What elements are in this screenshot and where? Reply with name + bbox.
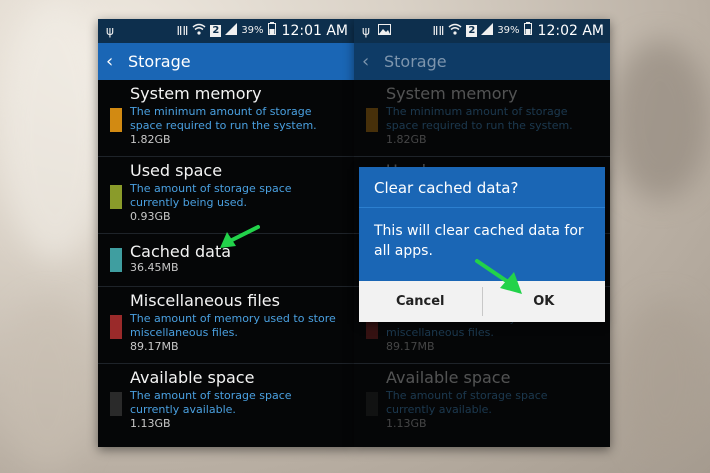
item-title: System memory: [130, 84, 262, 103]
usb-icon: ψ: [362, 24, 370, 38]
app-bar: ‹ Storage: [354, 43, 610, 80]
item-title: Available space: [130, 368, 255, 387]
dialog-title: Clear cached data?: [359, 167, 605, 208]
list-item-available-space[interactable]: Available space The amount of storage sp…: [354, 364, 610, 444]
item-description: The amount of storage spacecurrently bei…: [130, 182, 292, 209]
image-icon: [377, 23, 391, 39]
item-size: 0.93GB: [130, 210, 171, 223]
cancel-button[interactable]: Cancel: [359, 281, 482, 322]
sim2-icon: 2: [210, 24, 222, 37]
color-swatch: [110, 248, 122, 272]
color-swatch: [366, 108, 378, 132]
status-time: 12:01 AM: [281, 22, 348, 39]
status-bar: ψ ⅡⅡ 2 39% 12:02 AM: [354, 19, 610, 43]
item-size: 1.13GB: [130, 417, 171, 430]
item-title: Miscellaneous files: [130, 291, 280, 310]
battery-icon: [267, 22, 276, 39]
wifi-icon: [192, 23, 206, 39]
background-blot: [0, 0, 110, 260]
background-blot: [610, 40, 710, 200]
background-blot: [620, 300, 710, 460]
list-item-miscellaneous-files[interactable]: Miscellaneous files The amount of memory…: [98, 287, 354, 364]
item-title: Used space: [130, 161, 223, 180]
item-size: 1.13GB: [386, 417, 427, 430]
color-swatch: [110, 315, 122, 339]
battery-icon: [523, 22, 532, 39]
annotation-arrow-icon: [220, 225, 260, 248]
item-size: 89.17MB: [130, 340, 179, 353]
color-swatch: [110, 108, 122, 132]
usb-icon: ψ: [106, 24, 114, 38]
item-size: 36.45MB: [130, 261, 179, 274]
item-description: The amount of memory used to storemiscel…: [130, 312, 336, 339]
item-size: 1.82GB: [386, 133, 427, 146]
sim2-icon: 2: [466, 24, 478, 37]
back-arrow-icon[interactable]: ‹: [98, 52, 124, 71]
status-bar: ψ ⅡⅡ 2 39% 12:01 AM: [98, 19, 354, 43]
item-description: The amount of storage space currently ava…: [386, 389, 548, 416]
wifi-icon: [448, 23, 462, 39]
item-size: 1.82GB: [130, 133, 171, 146]
page-title: Storage: [384, 52, 447, 71]
color-swatch: [110, 392, 122, 416]
list-item-available-space[interactable]: Available space The amount of storage sp…: [98, 364, 354, 444]
mute-icon: ⅡⅡ: [432, 23, 445, 38]
app-bar: ‹ Storage: [98, 43, 354, 80]
back-arrow-icon[interactable]: ‹: [354, 52, 380, 71]
color-swatch: [366, 392, 378, 416]
battery-percent: 39%: [497, 25, 520, 36]
annotation-arrow-icon: [475, 259, 522, 294]
item-description: The minimum amount of storage space requi…: [130, 105, 317, 132]
clear-cache-dialog: Clear cached data? This will clear cache…: [359, 167, 605, 322]
mute-icon: ⅡⅡ: [176, 23, 189, 38]
signal-icon: [225, 22, 238, 39]
item-description: The minimum amount of storage space requi…: [386, 105, 573, 132]
item-title: Available space: [386, 368, 511, 387]
status-time: 12:02 AM: [537, 22, 604, 39]
item-title: System memory: [386, 84, 518, 103]
color-swatch: [110, 185, 122, 209]
list-item-system-memory[interactable]: System memory The minimum amount of stor…: [98, 80, 354, 157]
item-size: 89.17MB: [386, 340, 435, 353]
page-title: Storage: [128, 52, 191, 71]
battery-percent: 39%: [241, 25, 264, 36]
signal-icon: [481, 22, 494, 39]
list-item-used-space[interactable]: Used space The amount of storage spacecu…: [98, 157, 354, 234]
list-item-system-memory[interactable]: System memory The minimum amount of stor…: [354, 80, 610, 157]
storage-list: System memory The minimum amount of stor…: [98, 80, 354, 444]
item-description: The amount of storage space currently ava…: [130, 389, 292, 416]
background-blot: [0, 300, 95, 473]
